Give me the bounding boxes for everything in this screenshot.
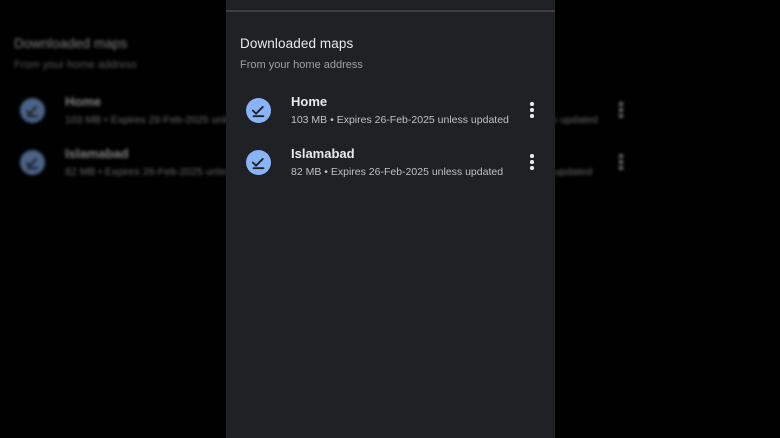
download-done-icon (246, 150, 271, 175)
download-done-icon (20, 98, 45, 123)
map-row-islamabad[interactable]: Islamabad 82 MB • Expires 26-Feb-2025 un… (226, 140, 555, 190)
ghost-map-row-islamabad: Islamabad 82 MB • Expires 26-Feb-2025 un… (555, 140, 644, 190)
downloaded-maps-panel: Downloaded maps From your home address H… (226, 0, 555, 438)
ghost-content: Downloaded maps From your home address H… (0, 0, 226, 438)
download-done-icon (20, 150, 45, 175)
blurred-background-left: Downloaded maps From your home address H… (0, 0, 226, 438)
ghost-map-row-home: Home 103 MB • Expires 26-Feb-2025 unless… (0, 88, 226, 138)
map-name: Home (291, 94, 328, 109)
ghost-section-subtitle: From your home address (14, 59, 137, 71)
map-meta: 82 MB • Expires 26-Feb-2025 unless updat… (291, 166, 504, 178)
blurred-background-right: Downloaded maps From your home address H… (555, 0, 780, 438)
ghost-map-name: Islamabad (65, 146, 129, 161)
top-divider (226, 10, 555, 12)
section-title: Downloaded maps (240, 36, 354, 51)
ghost-more-icon (611, 98, 631, 122)
ghost-map-meta: 103 MB • Expires 26-Feb-2025 unless upda… (555, 114, 598, 126)
ghost-map-meta: 82 MB • Expires 26-Feb-2025 unless updat… (65, 166, 226, 178)
download-done-icon (246, 98, 271, 123)
section-subtitle: From your home address (240, 59, 363, 71)
ghost-content: Downloaded maps From your home address H… (555, 0, 630, 438)
more-options-icon[interactable] (522, 98, 542, 122)
ghost-map-meta: 82 MB • Expires 26-Feb-2025 unless updat… (555, 166, 593, 178)
map-name: Islamabad (291, 146, 355, 161)
more-options-icon[interactable] (522, 150, 542, 174)
ghost-map-name: Home (65, 94, 102, 109)
ghost-map-meta: 103 MB • Expires 26-Feb-2025 unless upda… (65, 114, 226, 126)
map-row-home[interactable]: Home 103 MB • Expires 26-Feb-2025 unless… (226, 88, 555, 138)
ghost-more-icon (611, 150, 631, 174)
map-meta: 103 MB • Expires 26-Feb-2025 unless upda… (291, 114, 509, 126)
ghost-map-row-home: Home 103 MB • Expires 26-Feb-2025 unless… (555, 88, 644, 138)
ghost-map-row-islamabad: Islamabad 82 MB • Expires 26-Feb-2025 un… (0, 140, 226, 190)
ghost-section-title: Downloaded maps (14, 36, 128, 51)
